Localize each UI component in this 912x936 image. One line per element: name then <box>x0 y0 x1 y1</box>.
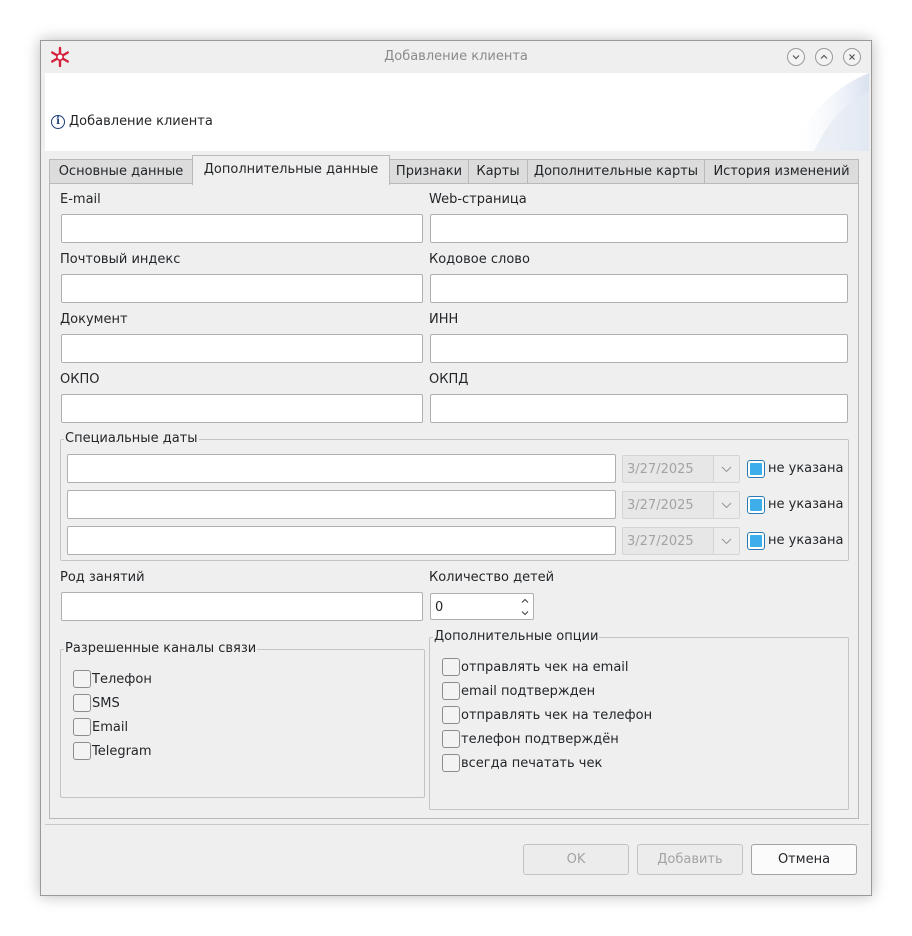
not-set-label: не указана <box>768 497 844 512</box>
not-set-label: не указана <box>768 533 844 548</box>
tab-attributes[interactable]: Признаки <box>389 159 469 184</box>
special-date-value: 3/27/2025 <box>627 498 694 513</box>
info-icon: i <box>51 115 65 129</box>
chevron-down-icon <box>721 466 732 473</box>
ok-button[interactable]: OK <box>523 844 629 875</box>
not-set-checkbox[interactable] <box>747 460 765 478</box>
codeword-label: Кодовое слово <box>429 252 530 267</box>
postcode-input[interactable] <box>61 274 423 303</box>
channel-telegram-label: Telegram <box>92 744 152 759</box>
inn-input[interactable] <box>430 334 848 363</box>
additional-options-group: Дополнительные опции отправлять чек на e… <box>429 629 849 810</box>
chevron-down-icon <box>792 55 800 60</box>
not-set-label: не указана <box>768 461 844 476</box>
special-date-name-input[interactable] <box>67 490 616 519</box>
always-print-receipt-checkbox[interactable] <box>442 754 460 772</box>
window-title: Добавление клиента <box>384 49 528 64</box>
send-receipt-email-label: отправлять чек на email <box>461 660 629 675</box>
email-input[interactable] <box>61 214 423 243</box>
postcode-label: Почтовый индекс <box>60 252 181 267</box>
send-receipt-phone-checkbox[interactable] <box>442 706 460 724</box>
tab-cards[interactable]: Карты <box>468 159 528 184</box>
occupation-input[interactable] <box>61 592 423 621</box>
spin-up-icon[interactable] <box>519 596 531 606</box>
date-dropdown-button[interactable] <box>713 456 739 482</box>
special-dates-title: Специальные даты <box>64 431 199 446</box>
web-page-label: Web-страница <box>429 192 527 207</box>
document-input[interactable] <box>61 334 423 363</box>
dialog-window: Добавление клиента i Добавление клиента … <box>40 40 872 896</box>
header-decoration <box>789 73 869 151</box>
close-icon <box>849 54 855 60</box>
contact-channels-title: Разрешенные каналы связи <box>64 641 258 656</box>
date-dropdown-button[interactable] <box>713 492 739 518</box>
special-date-value: 3/27/2025 <box>627 534 694 549</box>
chevron-down-icon <box>721 538 732 545</box>
special-dates-group: Специальные даты 3/27/2025 не указана 3/… <box>60 431 849 561</box>
tab-change-history[interactable]: История изменений <box>704 159 859 184</box>
tab-panel-additional-data: E-mail Web-страница Почтовый индекс Кодо… <box>49 183 859 819</box>
close-button[interactable] <box>843 48 861 66</box>
codeword-input[interactable] <box>430 274 848 303</box>
inn-label: ИНН <box>429 312 459 327</box>
maximize-button[interactable] <box>815 48 833 66</box>
title-bar[interactable]: Добавление клиента <box>41 41 871 73</box>
channel-sms-label: SMS <box>92 696 120 711</box>
channel-phone-checkbox[interactable] <box>73 670 91 688</box>
not-set-checkbox[interactable] <box>747 532 765 550</box>
okpd-label: ОКПД <box>429 372 469 387</box>
channel-telegram-checkbox[interactable] <box>73 742 91 760</box>
phone-confirmed-label: телефон подтверждён <box>461 732 619 747</box>
phone-confirmed-checkbox[interactable] <box>442 730 460 748</box>
channel-email-label: Email <box>92 720 129 735</box>
tab-additional-data[interactable]: Дополнительные данные <box>192 155 390 185</box>
okpo-label: ОКПО <box>60 372 100 387</box>
special-date-name-input[interactable] <box>67 526 616 555</box>
channel-email-checkbox[interactable] <box>73 718 91 736</box>
channel-phone-label: Телефон <box>92 672 152 687</box>
date-dropdown-button[interactable] <box>713 528 739 554</box>
chevron-down-icon <box>721 502 732 509</box>
occupation-label: Род занятий <box>60 570 145 585</box>
web-page-input[interactable] <box>430 214 848 243</box>
okpo-input[interactable] <box>61 394 423 423</box>
channel-sms-checkbox[interactable] <box>73 694 91 712</box>
email-confirmed-label: email подтвержден <box>461 684 596 699</box>
special-date-picker[interactable]: 3/27/2025 <box>622 491 740 519</box>
children-count-label: Количество детей <box>429 570 555 585</box>
contact-channels-group: Разрешенные каналы связи Телефон SMS Ema… <box>60 641 425 798</box>
chevron-up-icon <box>820 54 828 59</box>
add-button[interactable]: Добавить <box>637 844 743 875</box>
special-date-picker[interactable]: 3/27/2025 <box>622 455 740 483</box>
document-label: Документ <box>60 312 128 327</box>
cancel-button[interactable]: Отмена <box>751 844 857 875</box>
children-count-value: 0 <box>435 600 444 615</box>
always-print-receipt-label: всегда печатать чек <box>461 756 603 771</box>
additional-options-title: Дополнительные опции <box>433 629 600 644</box>
okpd-input[interactable] <box>430 394 848 423</box>
dialog-header: i Добавление клиента <box>45 73 869 151</box>
send-receipt-phone-label: отправлять чек на телефон <box>461 708 653 723</box>
tab-additional-cards[interactable]: Дополнительные карты <box>527 159 705 184</box>
minimize-button[interactable] <box>787 48 805 66</box>
send-receipt-email-checkbox[interactable] <box>442 658 460 676</box>
children-count-spinbox[interactable]: 0 <box>430 593 534 620</box>
special-date-picker[interactable]: 3/27/2025 <box>622 527 740 555</box>
not-set-checkbox[interactable] <box>747 496 765 514</box>
special-date-name-input[interactable] <box>67 454 616 483</box>
special-date-value: 3/27/2025 <box>627 462 694 477</box>
email-label: E-mail <box>60 192 101 207</box>
spin-down-icon[interactable] <box>519 608 531 618</box>
email-confirmed-checkbox[interactable] <box>442 682 460 700</box>
header-title: Добавление клиента <box>69 114 213 129</box>
tab-main-data[interactable]: Основные данные <box>49 159 193 184</box>
footer-divider <box>45 824 869 825</box>
